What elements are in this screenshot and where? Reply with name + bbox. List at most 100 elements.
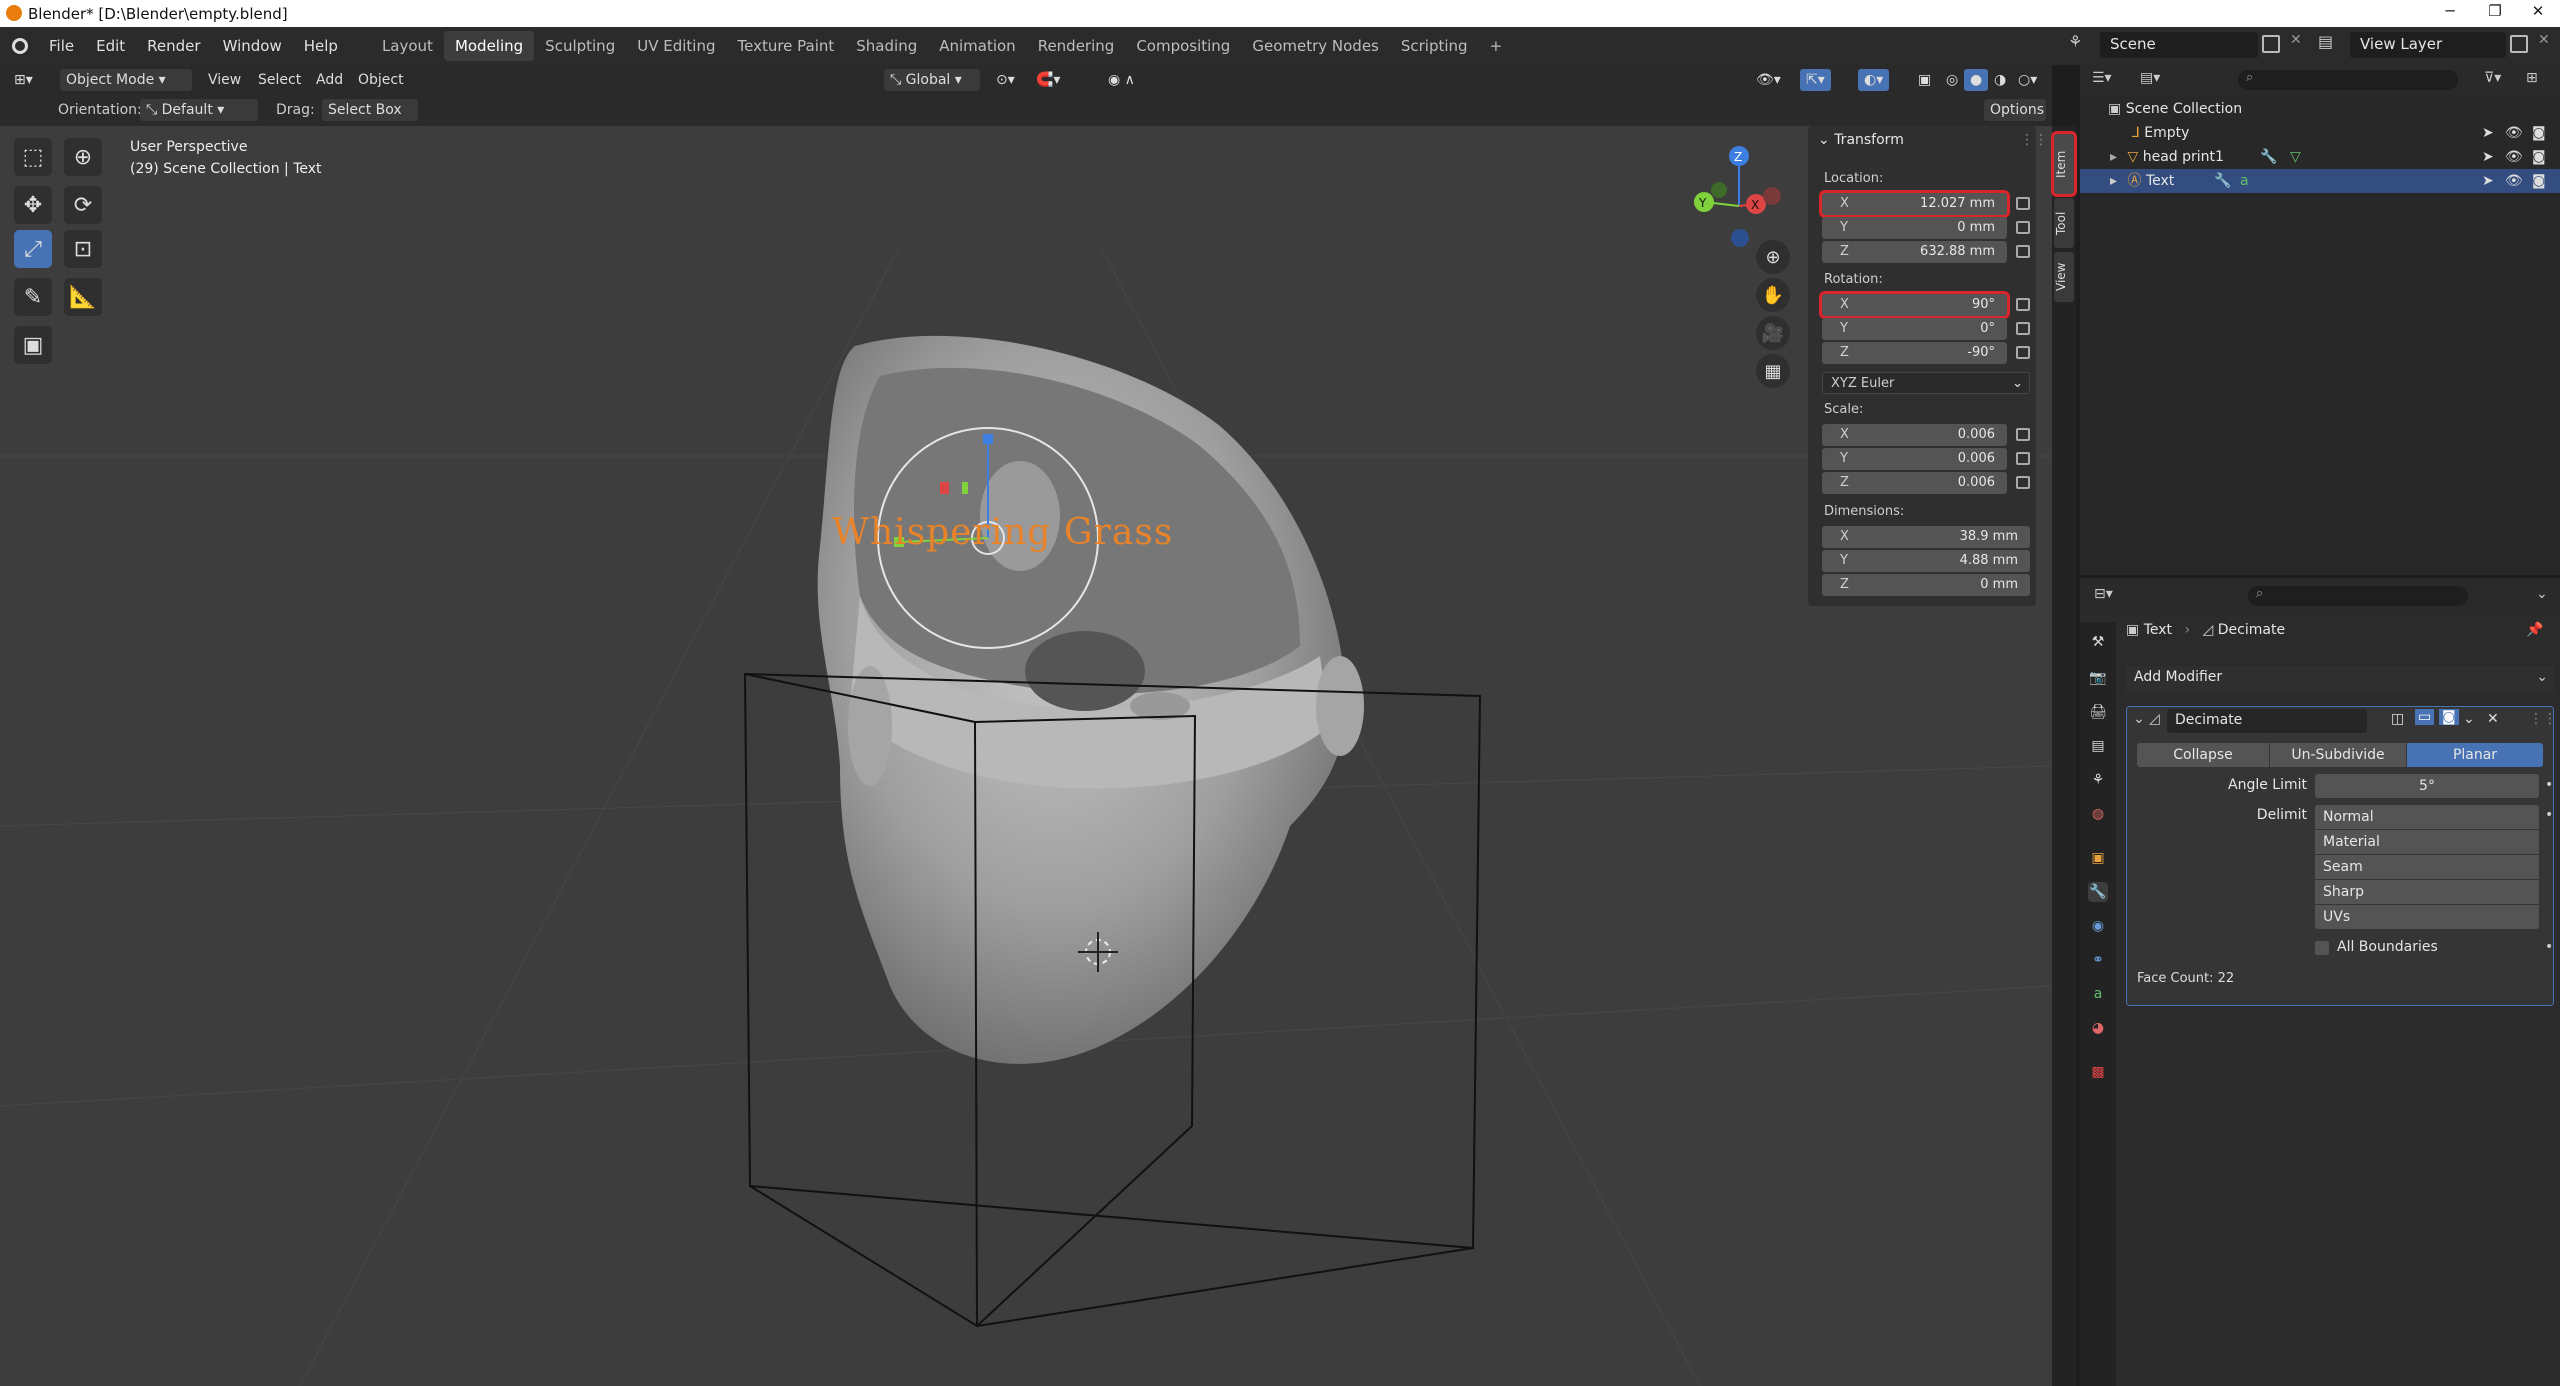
scene-icon[interactable]: ⚘ bbox=[2068, 32, 2096, 58]
view-layer-selector[interactable]: View Layer bbox=[2350, 32, 2506, 58]
keyframe-dot-icon[interactable]: • bbox=[2545, 807, 2553, 823]
lock-icon[interactable] bbox=[2016, 298, 2030, 311]
cursor-tool-icon[interactable]: ⊕ bbox=[64, 138, 102, 176]
modifier-tab-icon[interactable]: 🔧 bbox=[2088, 882, 2108, 902]
render-toggle-icon[interactable]: ◙ bbox=[2439, 709, 2459, 725]
lock-icon[interactable] bbox=[2016, 245, 2030, 258]
collapse-mode-button[interactable]: Collapse bbox=[2137, 743, 2269, 767]
transform-orientation-dropdown[interactable]: ⤡ Global ▾ bbox=[884, 69, 980, 91]
pivot-point-icon[interactable]: ⊙▾ bbox=[990, 69, 1021, 91]
wireframe-shading-icon[interactable]: ◎ bbox=[1940, 69, 1964, 91]
add-modifier-dropdown[interactable]: Add Modifier ⌄ bbox=[2126, 666, 2554, 692]
annotate-tool-icon[interactable]: ✎ bbox=[14, 278, 52, 316]
panel-drag-handle[interactable]: ⋮⋮ bbox=[2020, 132, 2048, 148]
menu-edit[interactable]: Edit bbox=[85, 37, 136, 55]
delimit-uvs-option[interactable]: UVs bbox=[2315, 905, 2539, 929]
remove-view-layer-icon[interactable]: ✕ bbox=[2538, 32, 2550, 48]
snap-icon[interactable]: 🧲▾ bbox=[1030, 69, 1066, 91]
visibility-icon[interactable]: 👁▾ bbox=[1750, 69, 1787, 91]
tab-texture-paint[interactable]: Texture Paint bbox=[726, 31, 845, 61]
transform-tool-icon[interactable]: ⊡ bbox=[64, 230, 102, 268]
location-z-field[interactable]: Z 632.88 mm bbox=[1822, 241, 2007, 263]
mode-dropdown[interactable]: Object Mode ▾ bbox=[60, 69, 192, 91]
eye-icon[interactable]: 👁 bbox=[2505, 169, 2523, 193]
solid-shading-icon[interactable]: ● bbox=[1964, 69, 1989, 91]
scale-z-field[interactable]: Z 0.006 bbox=[1822, 472, 2007, 494]
tab-item[interactable]: Item bbox=[2051, 131, 2077, 197]
collapse-icon[interactable]: ⌄ bbox=[2133, 711, 2145, 727]
lock-icon[interactable] bbox=[2016, 476, 2030, 489]
measure-tool-icon[interactable]: 📐 bbox=[64, 278, 102, 316]
delimit-seam-option[interactable]: Seam bbox=[2315, 855, 2539, 879]
lock-icon[interactable] bbox=[2016, 221, 2030, 234]
outliner-item-text[interactable]: ▸ Ⓐ Text 🔧 a ➤ 👁 ◙ bbox=[2080, 169, 2560, 193]
dimensions-y-field[interactable]: Y 4.88 mm bbox=[1822, 550, 2030, 572]
rotation-x-field[interactable]: X 90° bbox=[1819, 291, 2010, 319]
gizmo-toggle-icon[interactable]: ⇱▾ bbox=[1800, 69, 1831, 91]
minimize-icon[interactable]: ─ bbox=[2430, 2, 2470, 20]
close-icon[interactable]: ✕ bbox=[2518, 2, 2558, 20]
keyframe-dot-icon[interactable]: • bbox=[2545, 777, 2553, 793]
outliner-root[interactable]: ▣ Scene Collection bbox=[2080, 97, 2560, 121]
view-layer-icon[interactable]: ▤ bbox=[2318, 32, 2333, 51]
physics-tab-icon[interactable]: ◉ bbox=[2088, 916, 2108, 936]
delimit-normal-option[interactable]: Normal bbox=[2315, 805, 2539, 829]
3d-viewport[interactable]: Whispering Grass ⬚ ⊕ ✥ ⟳ ⤢ ⊡ ✎ 📐 ▣ User … bbox=[0, 126, 2052, 1386]
select-toggle-icon[interactable]: ➤ bbox=[2482, 121, 2494, 145]
location-x-field[interactable]: X 12.027 mm bbox=[1819, 190, 2010, 218]
lock-icon[interactable] bbox=[2016, 452, 2030, 465]
scene-selector[interactable]: Scene bbox=[2100, 32, 2258, 58]
add-workspace-button[interactable]: + bbox=[1479, 31, 1514, 61]
add-cube-tool-icon[interactable]: ▣ bbox=[14, 326, 52, 364]
rendered-shading-icon[interactable]: ○▾ bbox=[2012, 69, 2043, 91]
outliner-item-empty[interactable]: ⅃ Empty ➤ 👁 ◙ bbox=[2080, 121, 2560, 145]
tab-scripting[interactable]: Scripting bbox=[1390, 31, 1479, 61]
pan-hand-icon[interactable]: ✋ bbox=[1756, 278, 1790, 312]
drag-dropdown[interactable]: Select Box ▾ bbox=[322, 99, 418, 140]
scene-tab-icon[interactable]: ⚘ bbox=[2088, 770, 2108, 790]
tab-sculpting[interactable]: Sculpting bbox=[534, 31, 626, 61]
view-layer-tab-icon[interactable]: ▤ bbox=[2088, 736, 2108, 756]
tab-animation[interactable]: Animation bbox=[928, 31, 1026, 61]
menu-window[interactable]: Window bbox=[212, 37, 293, 55]
delimit-material-option[interactable]: Material bbox=[2315, 830, 2539, 854]
lock-icon[interactable] bbox=[2016, 428, 2030, 441]
camera-view-icon[interactable]: 🎥 bbox=[1756, 316, 1790, 350]
options-dropdown[interactable]: Options ▾ bbox=[1984, 99, 2046, 140]
filter-icon[interactable]: ⊽▾ bbox=[2484, 70, 2501, 86]
text-object[interactable]: Whispering Grass bbox=[832, 512, 1173, 553]
eye-icon[interactable]: 👁 bbox=[2505, 121, 2523, 145]
tab-geometry-nodes[interactable]: Geometry Nodes bbox=[1241, 31, 1390, 61]
ortho-grid-icon[interactable]: ▦ bbox=[1756, 354, 1790, 388]
texture-tab-icon[interactable]: ▩ bbox=[2088, 1062, 2108, 1082]
display-mode-icon[interactable]: ☰▾ bbox=[2092, 70, 2112, 86]
proportional-edit-icon[interactable]: ◉ ∧ bbox=[1102, 69, 1141, 91]
all-boundaries-checkbox[interactable]: All Boundaries bbox=[2315, 939, 2535, 957]
select-toggle-icon[interactable]: ➤ bbox=[2482, 169, 2494, 193]
menu-help[interactable]: Help bbox=[293, 37, 349, 55]
edit-mode-toggle-icon[interactable]: ◫ bbox=[2391, 711, 2404, 727]
new-scene-icon[interactable] bbox=[2262, 35, 2280, 53]
material-shading-icon[interactable]: ◑ bbox=[1988, 69, 2012, 91]
expand-arrow-icon[interactable]: ▸ bbox=[2110, 173, 2117, 189]
select-menu[interactable]: Select bbox=[252, 69, 307, 91]
dimensions-z-field[interactable]: Z 0 mm bbox=[1822, 574, 2030, 596]
tab-uv-editing[interactable]: UV Editing bbox=[626, 31, 726, 61]
tab-view[interactable]: View bbox=[2054, 252, 2074, 302]
dimensions-x-field[interactable]: X 38.9 mm bbox=[1822, 526, 2030, 548]
select-toggle-icon[interactable]: ➤ bbox=[2482, 145, 2494, 169]
tab-shading[interactable]: Shading bbox=[845, 31, 928, 61]
keyframe-dot-icon[interactable]: • bbox=[2545, 939, 2553, 955]
outliner-search-input[interactable]: ⌕ bbox=[2238, 70, 2458, 90]
scale-tool-icon[interactable]: ⤢ bbox=[14, 230, 52, 268]
properties-search-input[interactable]: ⌕ bbox=[2248, 586, 2468, 606]
menu-file[interactable]: File bbox=[38, 37, 85, 55]
remove-scene-icon[interactable]: ✕ bbox=[2290, 32, 2302, 48]
move-tool-icon[interactable]: ✥ bbox=[14, 186, 52, 224]
expand-arrow-icon[interactable]: ▸ bbox=[2110, 149, 2117, 165]
rotation-y-field[interactable]: Y 0° bbox=[1822, 318, 2007, 340]
select-box-tool-icon[interactable]: ⬚ bbox=[14, 138, 52, 176]
orientation-dropdown[interactable]: ⤡ Default ▾ bbox=[140, 99, 258, 121]
camera-icon[interactable]: ◙ bbox=[2532, 169, 2546, 193]
camera-icon[interactable]: ◙ bbox=[2532, 121, 2546, 145]
